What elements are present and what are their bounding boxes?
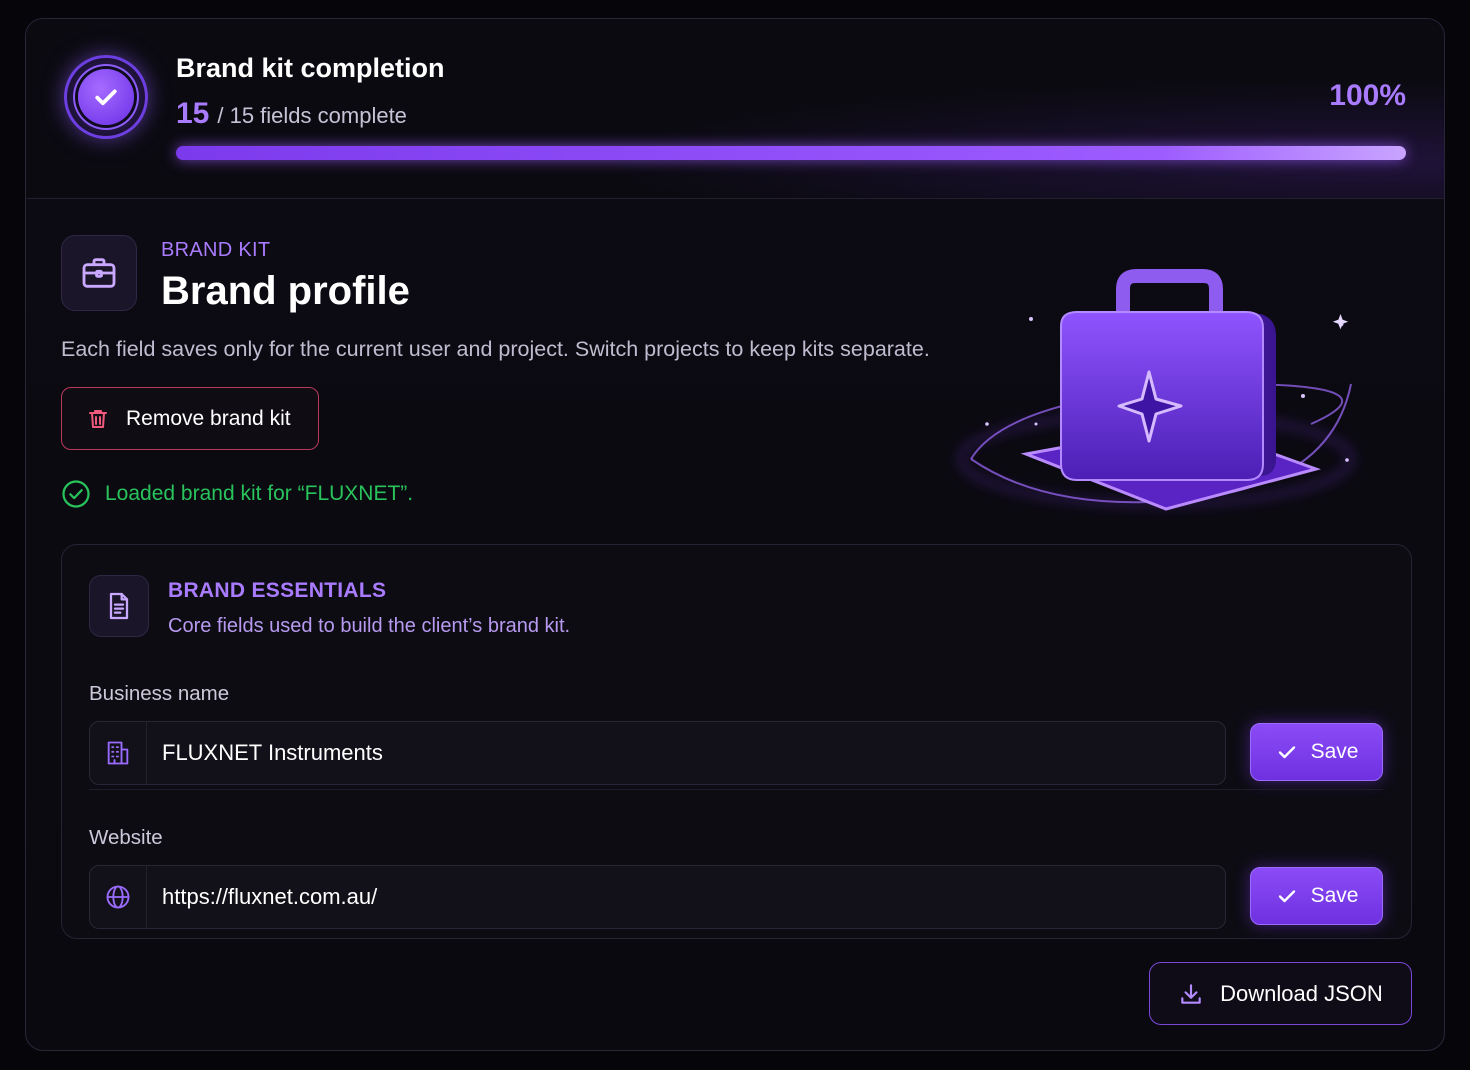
page-title: Brand profile <box>161 269 410 313</box>
save-label: Save <box>1310 884 1359 907</box>
globe-icon <box>90 866 147 928</box>
brand-essentials-panel: BRAND ESSENTIALS Core fields used to bui… <box>61 544 1412 939</box>
brand-kit-card: Brand kit completion 15 / 15 fields comp… <box>25 18 1445 1051</box>
status-message: Loaded brand kit for “FLUXNET”. <box>61 479 413 509</box>
remove-brand-kit-label: Remove brand kit <box>126 406 291 430</box>
save-website-button[interactable]: Save <box>1250 867 1383 925</box>
essentials-title: BRAND ESSENTIALS <box>168 579 387 602</box>
save-business-name-button[interactable]: Save <box>1250 723 1383 781</box>
check-icon <box>1275 884 1299 908</box>
progress-fill <box>176 146 1406 160</box>
check-icon <box>1275 740 1299 764</box>
completion-count: 15 / 15 fields complete <box>176 97 407 131</box>
field-divider <box>89 789 1383 790</box>
website-label: Website <box>89 826 163 849</box>
download-json-button[interactable]: Download JSON <box>1149 962 1412 1025</box>
completed-count: 15 <box>176 97 210 130</box>
completion-header: Brand kit completion 15 / 15 fields comp… <box>26 19 1444 199</box>
save-label: Save <box>1310 740 1359 763</box>
briefcase-illustration-icon <box>931 244 1371 544</box>
download-json-label: Download JSON <box>1220 980 1383 1006</box>
total-fields-text: / 15 fields complete <box>217 103 407 128</box>
building-icon <box>90 722 147 784</box>
check-circle-icon <box>61 479 91 509</box>
trash-icon <box>86 407 110 431</box>
status-text: Loaded brand kit for “FLUXNET”. <box>105 482 414 505</box>
completion-percent: 100% <box>1329 79 1406 112</box>
essentials-subtitle: Core fields used to build the client’s b… <box>168 615 571 637</box>
download-icon <box>1178 981 1204 1007</box>
business-name-label: Business name <box>89 682 230 705</box>
briefcase-icon <box>61 235 137 311</box>
profile-description: Each field saves only for the current us… <box>61 337 930 361</box>
remove-brand-kit-button[interactable]: Remove brand kit <box>61 387 319 450</box>
business-name-input[interactable] <box>162 722 1202 784</box>
progress-bar <box>176 146 1406 160</box>
website-field[interactable] <box>89 865 1226 929</box>
brand-kit-eyebrow: BRAND KIT <box>161 239 271 261</box>
business-name-field[interactable] <box>89 721 1226 785</box>
completion-title: Brand kit completion <box>176 53 445 83</box>
website-input[interactable] <box>162 866 1202 928</box>
completion-badge-icon <box>64 55 148 139</box>
document-icon <box>89 575 149 637</box>
